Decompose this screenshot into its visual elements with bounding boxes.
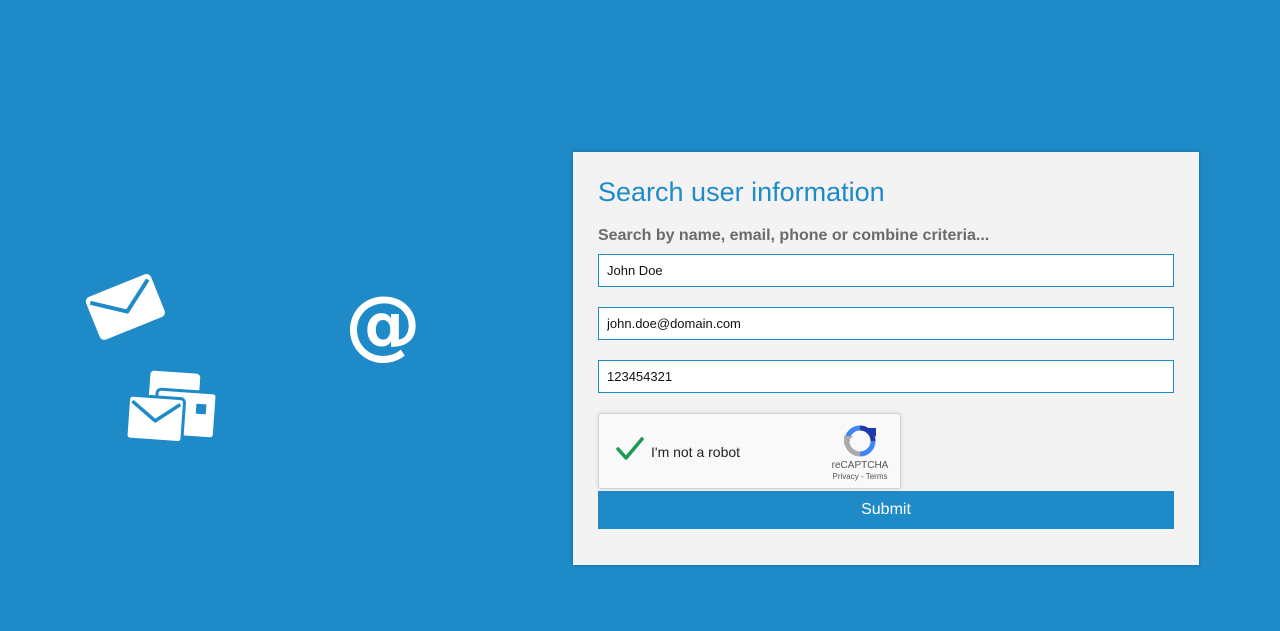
recaptcha-brand: reCAPTCHA xyxy=(831,460,889,471)
recaptcha-links: Privacy - Terms xyxy=(821,472,899,482)
captcha-label: I'm not a robot xyxy=(651,444,741,460)
recaptcha-logo-icon xyxy=(844,425,876,457)
link-separator: - xyxy=(860,472,864,481)
checkmark-icon[interactable] xyxy=(615,436,645,462)
recaptcha-widget: I'm not a robot reCAPTCHA Privacy - Term… xyxy=(598,413,901,489)
name-input[interactable] xyxy=(598,254,1174,287)
terms-link[interactable]: Terms xyxy=(866,472,888,481)
panel-subtitle: Search by name, email, phone or combine … xyxy=(598,227,990,244)
email-input[interactable] xyxy=(598,307,1174,340)
svg-text:@: @ xyxy=(345,290,421,364)
privacy-link[interactable]: Privacy xyxy=(833,472,859,481)
submit-button[interactable]: Submit xyxy=(598,491,1174,529)
panel-title: Search user information xyxy=(598,177,885,207)
search-panel: Search user information Search by name, … xyxy=(573,152,1199,565)
phone-input[interactable] xyxy=(598,360,1174,393)
envelope-icon xyxy=(85,273,165,340)
at-sign-icon: @ xyxy=(345,290,421,364)
cards-envelope-icon xyxy=(126,370,218,444)
